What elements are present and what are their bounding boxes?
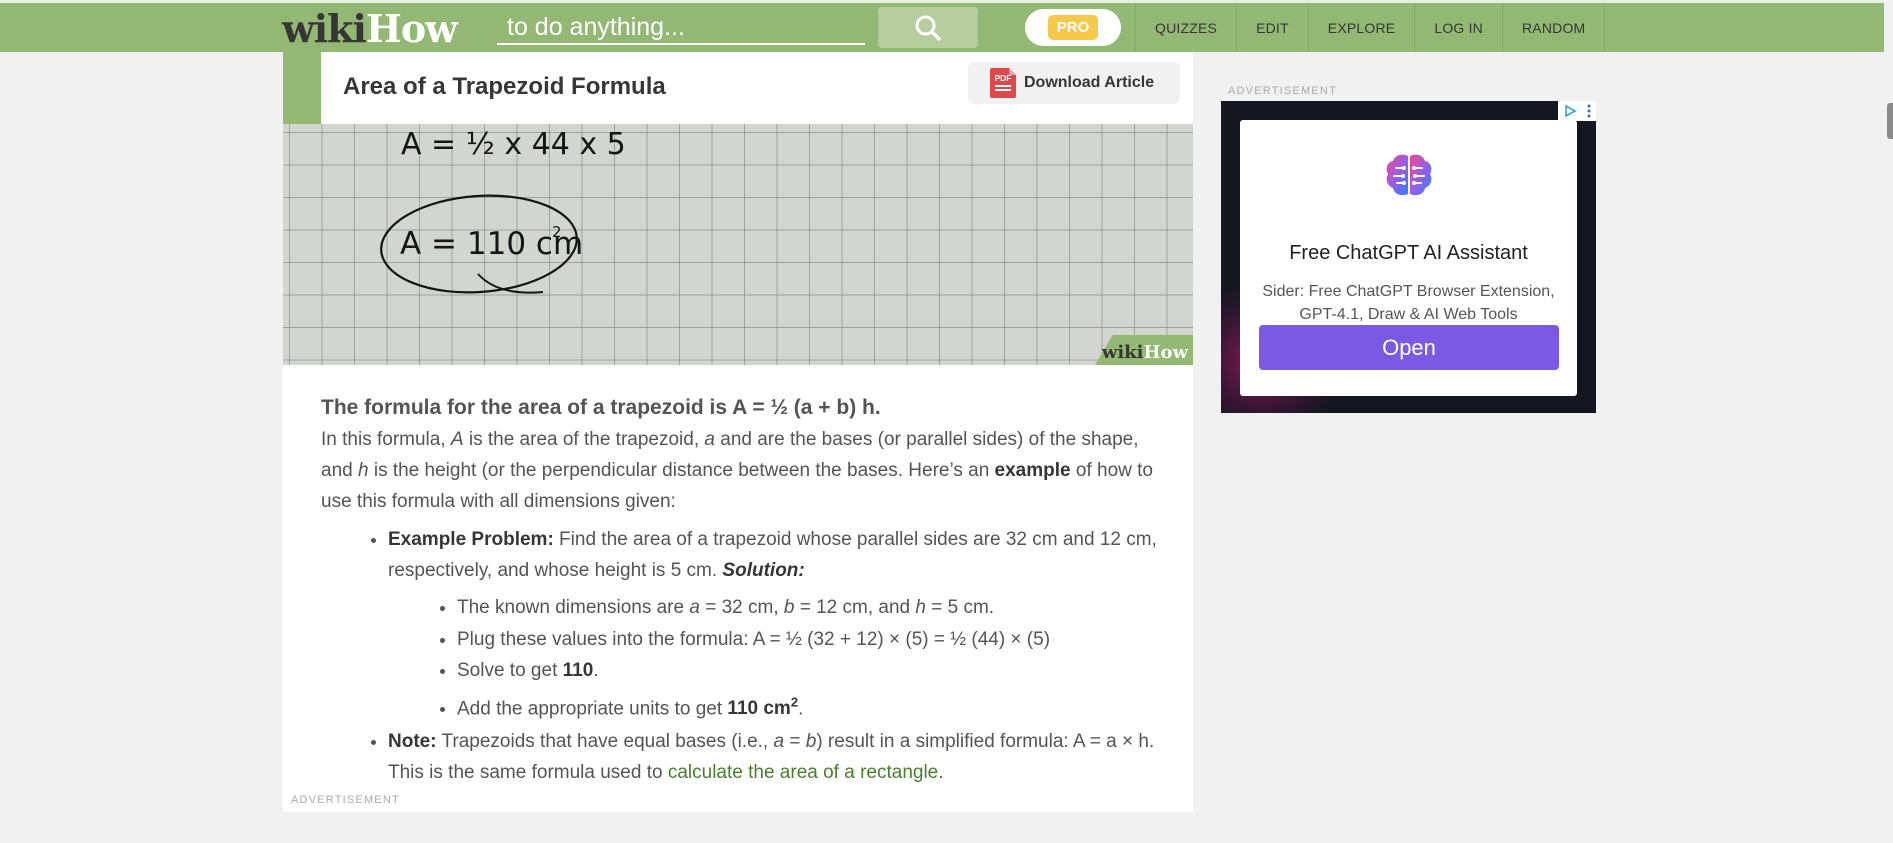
ad-choices[interactable] — [1558, 101, 1596, 121]
ad-card: Free ChatGPT AI Assistant Sider: Free Ch… — [1240, 120, 1577, 396]
drawing-line-2-superscript: 2 — [552, 223, 562, 241]
pro-badge: PRO — [1047, 15, 1099, 40]
pro-button[interactable]: PRO — [1025, 9, 1121, 46]
circle-mark-tail — [477, 273, 544, 294]
ad-title: Free ChatGPT AI Assistant — [1289, 242, 1528, 264]
scrollbar-thumb[interactable] — [1887, 103, 1893, 139]
nav-quizzes[interactable]: QUIZZES — [1135, 3, 1236, 52]
solution-list: The known dimensions are a = 32 cm, b = … — [457, 592, 1161, 724]
search-input[interactable] — [497, 11, 865, 45]
step-title: Area of a Trapezoid Formula — [343, 73, 666, 100]
watermark-logo: wikiHow — [1101, 342, 1188, 363]
step-accent-bar — [283, 52, 321, 124]
solution-step-4: Add the appropriate units to get 110 cm2… — [457, 687, 1161, 725]
ad-description: Sider: Free ChatGPT Browser Extension, G… — [1262, 283, 1555, 323]
logo-wiki: wiki — [282, 6, 367, 51]
intro-paragraph: In this formula, A is the area of the tr… — [321, 429, 1153, 512]
solution-step-1: The known dimensions are a = 32 cm, b = … — [457, 592, 1161, 624]
solution-step-2: Plug these values into the formula: A = … — [457, 624, 1161, 656]
step-heading: The formula for the area of a trapezoid … — [321, 396, 881, 419]
top-nav: QUIZZES EDIT EXPLORE LOG IN RANDOM — [1135, 3, 1606, 52]
nav-explore[interactable]: EXPLORE — [1307, 3, 1415, 52]
svg-text:PDF: PDF — [995, 73, 1012, 83]
list-item-example-problem: Example Problem: Find the area of a trap… — [388, 524, 1161, 724]
nav-random[interactable]: RANDOM — [1501, 3, 1606, 52]
advertisement-label: ADVERTISEMENT — [291, 794, 400, 806]
nav-log-in[interactable]: LOG IN — [1414, 3, 1502, 52]
logo-how: How — [365, 6, 458, 51]
rectangle-area-link[interactable]: calculate the area of a rectangle — [668, 762, 938, 783]
wikihow-logo[interactable]: wikiHow — [282, 6, 458, 51]
download-article-label: Download Article — [1024, 74, 1155, 91]
list-item-note: Note: Trapezoids that have equal bases (… — [388, 726, 1161, 788]
step-illustration: A = ½ x 44 x 5 A = 110 cm 2 wikiHow — [283, 124, 1193, 365]
article-step-card: Area of a Trapezoid Formula PDF Download… — [283, 52, 1193, 812]
sidebar-advertisement-label: ADVERTISEMENT — [1228, 85, 1337, 97]
adchoices-icon — [1565, 104, 1577, 118]
download-article-button[interactable]: PDF Download Article — [968, 62, 1180, 104]
search-icon — [915, 15, 941, 41]
nav-edit[interactable]: EDIT — [1236, 3, 1308, 52]
ad-open-button[interactable]: Open — [1259, 325, 1559, 370]
search-button[interactable] — [878, 7, 978, 48]
step-body: The formula for the area of a trapezoid … — [321, 392, 1161, 789]
drawing-line-1: A = ½ x 44 x 5 — [401, 127, 626, 162]
top-header: wikiHow PRO QUIZZES EDIT EXPLORE LOG IN … — [0, 0, 1884, 52]
more-options-icon — [1587, 104, 1591, 118]
sidebar-ad[interactable]: Free ChatGPT AI Assistant Sider: Free Ch… — [1221, 101, 1596, 413]
brain-icon — [1386, 154, 1432, 196]
formula-drawing: A = ½ x 44 x 5 A = 110 cm 2 — [380, 127, 626, 294]
pdf-icon: PDF — [990, 68, 1016, 98]
solution-step-3: Solve to get 110. — [457, 655, 1161, 687]
bullet-list: Example Problem: Find the area of a trap… — [388, 524, 1161, 788]
